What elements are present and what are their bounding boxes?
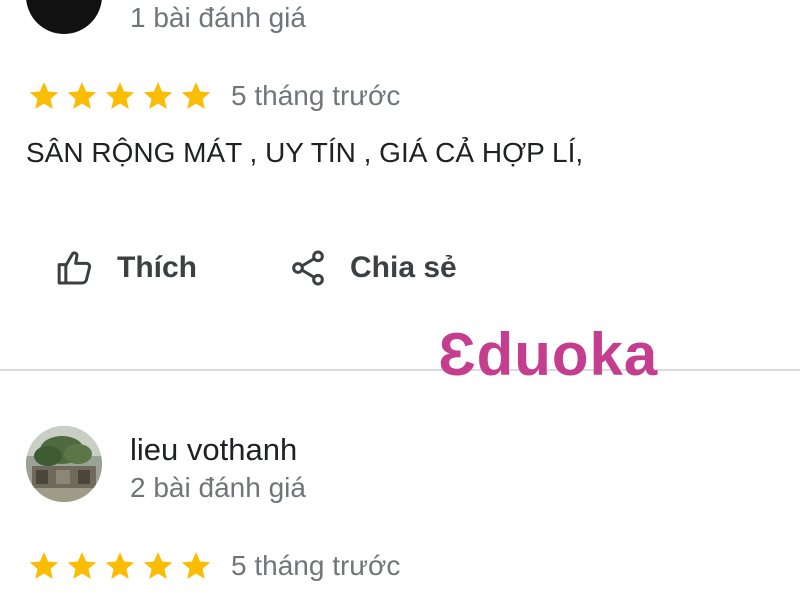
star-rating: [26, 79, 214, 113]
share-icon: [292, 250, 324, 286]
review-time: 5 tháng trước: [231, 80, 401, 111]
share-label: Chia sẻ: [350, 251, 457, 284]
star-icon: [181, 552, 211, 579]
star-icon: [181, 82, 211, 109]
review-divider: [0, 369, 800, 371]
star-icon: [29, 82, 59, 109]
star-icon: [67, 82, 97, 109]
review-text: SÂN RỘNG MÁT , UY TÍN , GIÁ CẢ HỢP LÍ,: [26, 137, 584, 168]
star-icon: [143, 82, 173, 109]
star-icon: [67, 552, 97, 579]
star-icon: [105, 82, 135, 109]
like-button[interactable]: Thích: [55, 248, 197, 288]
reviewer-review-count[interactable]: 2 bài đánh giá: [130, 472, 306, 504]
share-button[interactable]: Chia sẻ: [288, 248, 457, 288]
reviewer-review-count[interactable]: 1 bài đánh giá: [130, 2, 306, 34]
star-icon: [143, 552, 173, 579]
thumbs-up-icon: [57, 251, 92, 285]
star-icon: [105, 552, 135, 579]
reviewer-avatar[interactable]: [26, 0, 102, 34]
like-label: Thích: [117, 251, 197, 284]
reviewer-name[interactable]: lieu vothanh: [130, 432, 297, 468]
review-card: 1 bài đánh giá 5 tháng trước SÂN RỘNG MÁ…: [0, 0, 800, 370]
watermark-logo: Ɛduoka: [438, 321, 659, 388]
review-time: 5 tháng trước: [231, 550, 401, 581]
star-icon: [29, 552, 59, 579]
star-rating: [26, 549, 214, 583]
avatar-photo-image: [26, 426, 102, 502]
reviewer-avatar[interactable]: [26, 426, 102, 502]
